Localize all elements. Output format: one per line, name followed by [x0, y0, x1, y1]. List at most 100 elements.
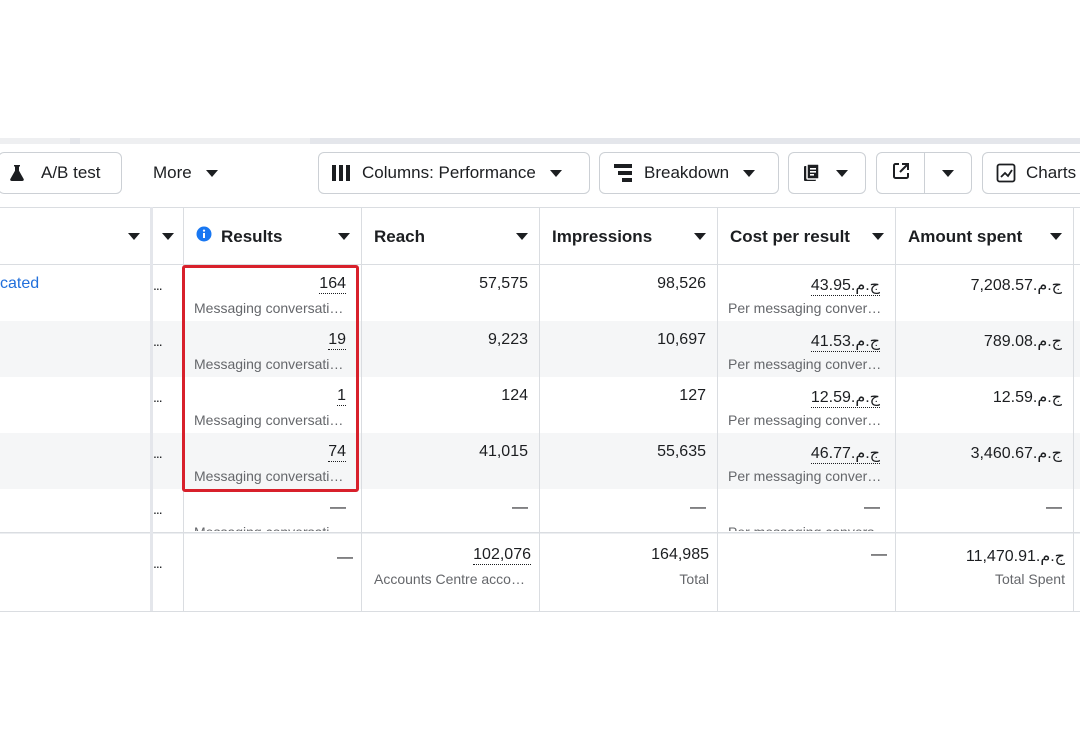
- row-spent: 789.08.ج.م: [983, 333, 1062, 350]
- table-row: cated... 164 Messaging conversati… 57,575 98…: [0, 265, 1080, 321]
- charts-label: Charts: [1026, 163, 1077, 182]
- row-cost[interactable]: 43.95.ج.م: [810, 275, 880, 296]
- chevron-down-icon: [694, 233, 706, 240]
- row-results-sub: Messaging conversati…: [194, 356, 344, 372]
- totals-divider-shadow: [0, 533, 1080, 534]
- export-icon: [891, 161, 911, 186]
- row-results[interactable]: 74: [328, 443, 346, 462]
- breakdown-label: Breakdown: [644, 163, 730, 182]
- row-results-sub: Messaging conversati…: [194, 300, 344, 316]
- row-reach: —: [512, 499, 528, 516]
- chevron-down-icon: [516, 233, 528, 240]
- top-strip: [0, 138, 1080, 144]
- chevron-down-icon: [338, 233, 350, 240]
- row-reach: 124: [501, 387, 528, 404]
- column-menu-icon[interactable]: [162, 233, 174, 240]
- row-impressions: —: [690, 499, 706, 516]
- totals-reach[interactable]: 102,076: [473, 546, 531, 565]
- row-cost[interactable]: 12.59.ج.م: [810, 387, 880, 408]
- totals-ellipsis[interactable]: ...: [153, 555, 167, 571]
- info-icon[interactable]: [196, 226, 212, 247]
- row-spent: 3,460.67.ج.م: [970, 445, 1062, 462]
- row-ellipsis[interactable]: ...: [153, 389, 167, 405]
- header-impressions-label: Impressions: [552, 226, 653, 246]
- row-results[interactable]: 164: [319, 275, 346, 294]
- table-bottom-border: [0, 611, 1080, 612]
- row-results-sub: Messaging conversati…: [194, 412, 344, 428]
- row-impressions: 10,697: [657, 331, 706, 348]
- columns-label: Columns: Performance: [362, 163, 536, 182]
- row-cost-sub: Per messaging convers…: [728, 524, 880, 531]
- column-divider: [1073, 207, 1074, 611]
- row-cost-sub: Per messaging conver…: [728, 468, 880, 484]
- chart-icon: [996, 163, 1016, 183]
- totals-spent: 11,470.91.ج.م: [965, 548, 1065, 565]
- row-cost[interactable]: —: [864, 499, 880, 517]
- name-column-sort-icon[interactable]: [128, 233, 140, 240]
- row-results[interactable]: —: [330, 499, 346, 517]
- breakdown-icon: [614, 164, 634, 182]
- row-results-sub: Messaging conversati…: [194, 468, 344, 484]
- table-header: Results Reach Impressions Cost per resul…: [0, 207, 1080, 265]
- export-button[interactable]: [877, 153, 924, 193]
- totals-reach-sub: Accounts Centre acco…: [374, 571, 525, 587]
- columns-icon: [332, 165, 352, 181]
- column-divider: [717, 207, 718, 611]
- row-impressions: 127: [679, 387, 706, 404]
- columns-button[interactable]: Columns: Performance: [318, 152, 590, 194]
- more-button[interactable]: More: [140, 152, 232, 194]
- row-name-link[interactable]: cated: [0, 275, 39, 293]
- export-dropdown-button[interactable]: [925, 153, 971, 193]
- frozen-column-separator: [150, 207, 153, 611]
- row-results[interactable]: 19: [328, 331, 346, 350]
- row-reach: 9,223: [487, 331, 528, 348]
- table-row: ... 19 Messaging conversati… 9,223 10,697 41.…: [0, 321, 1080, 377]
- export-button-group: [876, 152, 972, 194]
- header-reach-label: Reach: [374, 226, 426, 246]
- row-cost[interactable]: 41.53.ج.م: [810, 331, 880, 352]
- table-row: ... 74 Messaging conversati… 41,015 55,635 46…: [0, 433, 1080, 489]
- row-impressions: 98,526: [657, 275, 706, 292]
- row-results[interactable]: 1: [337, 387, 346, 406]
- row-ellipsis[interactable]: ...: [153, 333, 167, 349]
- header-amount-spent[interactable]: Amount spent: [896, 208, 1074, 265]
- totals-results: —: [337, 549, 353, 566]
- row-cost-sub: Per messaging conver…: [728, 300, 880, 316]
- totals-impressions-sub: Total: [679, 571, 709, 587]
- toolbar: A/B test More Columns: Performance Break…: [0, 152, 1080, 198]
- header-spent-label: Amount spent: [908, 226, 1023, 246]
- header-cost-per-result[interactable]: Cost per result: [718, 208, 896, 265]
- column-divider: [361, 207, 362, 611]
- header-impressions[interactable]: Impressions: [540, 208, 718, 265]
- ab-test-button[interactable]: A/B test: [0, 152, 122, 194]
- ab-test-label: A/B test: [41, 163, 101, 182]
- header-reach[interactable]: Reach: [362, 208, 540, 265]
- charts-button[interactable]: Charts: [982, 152, 1080, 194]
- chevron-down-icon: [942, 169, 954, 177]
- reports-button[interactable]: [788, 152, 866, 194]
- strip-segment: [70, 138, 80, 144]
- row-reach: 57,575: [479, 275, 528, 292]
- totals-spent-sub: Total Spent: [994, 571, 1065, 587]
- row-reach: 41,015: [479, 443, 528, 460]
- column-divider: [183, 207, 184, 611]
- chevron-down-icon: [872, 233, 884, 240]
- more-label: More: [153, 163, 192, 182]
- row-cost-sub: Per messaging conver…: [728, 412, 880, 428]
- header-results[interactable]: Results: [184, 208, 362, 265]
- row-cost-sub: Per messaging conver…: [728, 356, 880, 372]
- report-icon: [802, 163, 822, 183]
- row-ellipsis[interactable]: ...: [153, 445, 167, 461]
- chevron-down-icon: [836, 169, 848, 177]
- flask-icon: [7, 163, 27, 183]
- row-ellipsis[interactable]: ...: [153, 277, 167, 293]
- row-ellipsis[interactable]: ...: [153, 501, 167, 517]
- row-impressions: 55,635: [657, 443, 706, 460]
- header-cost-label: Cost per result: [730, 226, 850, 246]
- row-spent: 12.59.ج.م: [992, 389, 1062, 406]
- table-row: ... — Messaging conversati… — — — Per messagin…: [0, 489, 1080, 531]
- totals-impressions: 164,985: [651, 546, 709, 563]
- row-cost[interactable]: 46.77.ج.م: [810, 443, 880, 464]
- header-results-label: Results: [221, 226, 283, 246]
- breakdown-button[interactable]: Breakdown: [599, 152, 779, 194]
